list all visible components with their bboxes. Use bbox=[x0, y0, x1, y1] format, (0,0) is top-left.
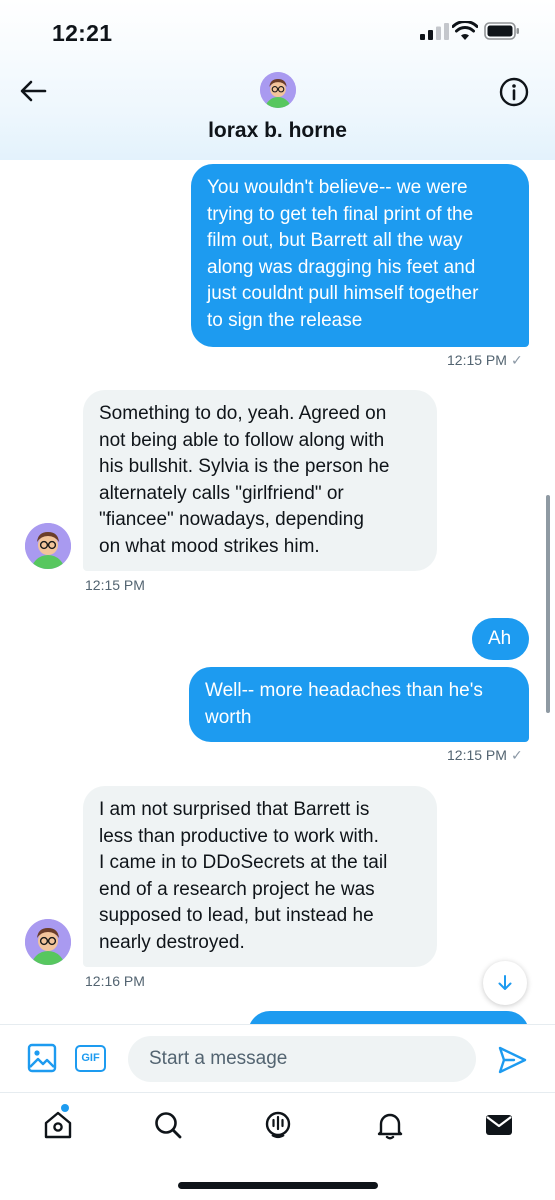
read-check-icon: ✓ bbox=[510, 352, 523, 368]
message-bubble-outgoing[interactable]: You wouldn't believe-- we were trying to… bbox=[191, 164, 529, 347]
contact-name[interactable]: lorax b. horne bbox=[0, 119, 555, 143]
message-line: Well-- more headaches than he's bbox=[205, 680, 483, 701]
scrollbar[interactable] bbox=[546, 495, 550, 713]
gif-button[interactable]: GIF bbox=[75, 1045, 106, 1072]
message-bubble-incoming[interactable]: Something to do, yeah. Agreed on not bei… bbox=[83, 390, 437, 571]
message-input[interactable] bbox=[128, 1036, 476, 1082]
message-bubble-incoming[interactable]: I am not surprised that Barrett is less … bbox=[83, 786, 437, 967]
message-line: just couldnt pull himself together bbox=[207, 283, 479, 305]
message-line: I am not surprised that Barrett is bbox=[99, 799, 370, 820]
message-line: You wouldn't believe-- we were bbox=[207, 177, 468, 198]
message-line: I came in to DDoSecrets at the tail bbox=[99, 852, 388, 874]
message-line: supposed to lead, but instead he bbox=[99, 905, 374, 927]
timestamp-text: 12:16 PM bbox=[85, 973, 145, 989]
arrow-down-icon bbox=[498, 975, 512, 990]
home-indicator bbox=[178, 1182, 378, 1189]
message-line: "fiancee" nowadays, depending bbox=[99, 509, 364, 531]
message-line: film out, but Barrett all the way bbox=[207, 230, 463, 252]
wifi-icon bbox=[452, 21, 478, 40]
battery-icon bbox=[484, 22, 519, 40]
sender-avatar-illustration bbox=[25, 523, 71, 569]
sender-avatar[interactable] bbox=[25, 919, 71, 965]
message-line: trying to get teh final print of the bbox=[207, 203, 474, 225]
message-line: nearly destroyed. bbox=[99, 931, 245, 953]
sender-avatar[interactable] bbox=[25, 523, 71, 569]
message-line: Ah bbox=[488, 628, 512, 649]
message-timestamp: 12:15 PM ✓ bbox=[447, 352, 523, 369]
message-line: his bullshit. Sylvia is the person he bbox=[99, 456, 390, 478]
search-icon[interactable] bbox=[152, 1109, 184, 1141]
message-line: end of a research project he was bbox=[99, 878, 375, 900]
timestamp-text: 12:15 PM bbox=[85, 577, 145, 593]
message-line: on what mood strikes him. bbox=[99, 535, 320, 557]
message-line: along was dragging his feet and bbox=[207, 256, 476, 278]
message-bubble-outgoing[interactable]: Ah bbox=[472, 618, 529, 660]
status-bar: 12:21 bbox=[0, 0, 555, 60]
sender-avatar-illustration bbox=[25, 919, 71, 965]
info-icon[interactable] bbox=[498, 76, 530, 108]
jump-to-latest-button[interactable] bbox=[483, 961, 527, 1005]
read-check-icon: ✓ bbox=[510, 747, 523, 763]
message-line: worth bbox=[205, 706, 252, 728]
message-line: alternately calls "girlfriend" or bbox=[99, 482, 344, 504]
status-time: 12:21 bbox=[52, 20, 113, 46]
message-bubble-outgoing[interactable]: Well-- more headaches than he's worth bbox=[189, 667, 529, 742]
message-timestamp: 12:15 PM bbox=[85, 577, 145, 593]
message-timestamp: 12:16 PM bbox=[85, 973, 145, 989]
timestamp-text: 12:15 PM bbox=[447, 747, 507, 763]
message-line: less than productive to work with. bbox=[99, 825, 379, 847]
message-line: to sign the release bbox=[207, 309, 363, 331]
contact-avatar-illustration bbox=[260, 72, 296, 108]
image-icon[interactable] bbox=[26, 1042, 58, 1074]
envelope-icon[interactable] bbox=[483, 1109, 515, 1141]
send-icon[interactable] bbox=[496, 1044, 528, 1076]
spaces-icon[interactable] bbox=[262, 1109, 294, 1141]
home-icon[interactable] bbox=[42, 1109, 74, 1141]
message-line: Something to do, yeah. Agreed on bbox=[99, 403, 387, 424]
message-line: not being able to follow along with bbox=[99, 429, 385, 451]
back-arrow-icon[interactable] bbox=[18, 76, 48, 106]
timestamp-text: 12:15 PM bbox=[447, 352, 507, 368]
message-timestamp: 12:15 PM ✓ bbox=[447, 747, 523, 764]
notification-dot bbox=[61, 1104, 69, 1112]
contact-avatar[interactable] bbox=[260, 72, 296, 108]
bell-icon[interactable] bbox=[374, 1109, 406, 1141]
cellular-signal-icon bbox=[420, 23, 449, 40]
